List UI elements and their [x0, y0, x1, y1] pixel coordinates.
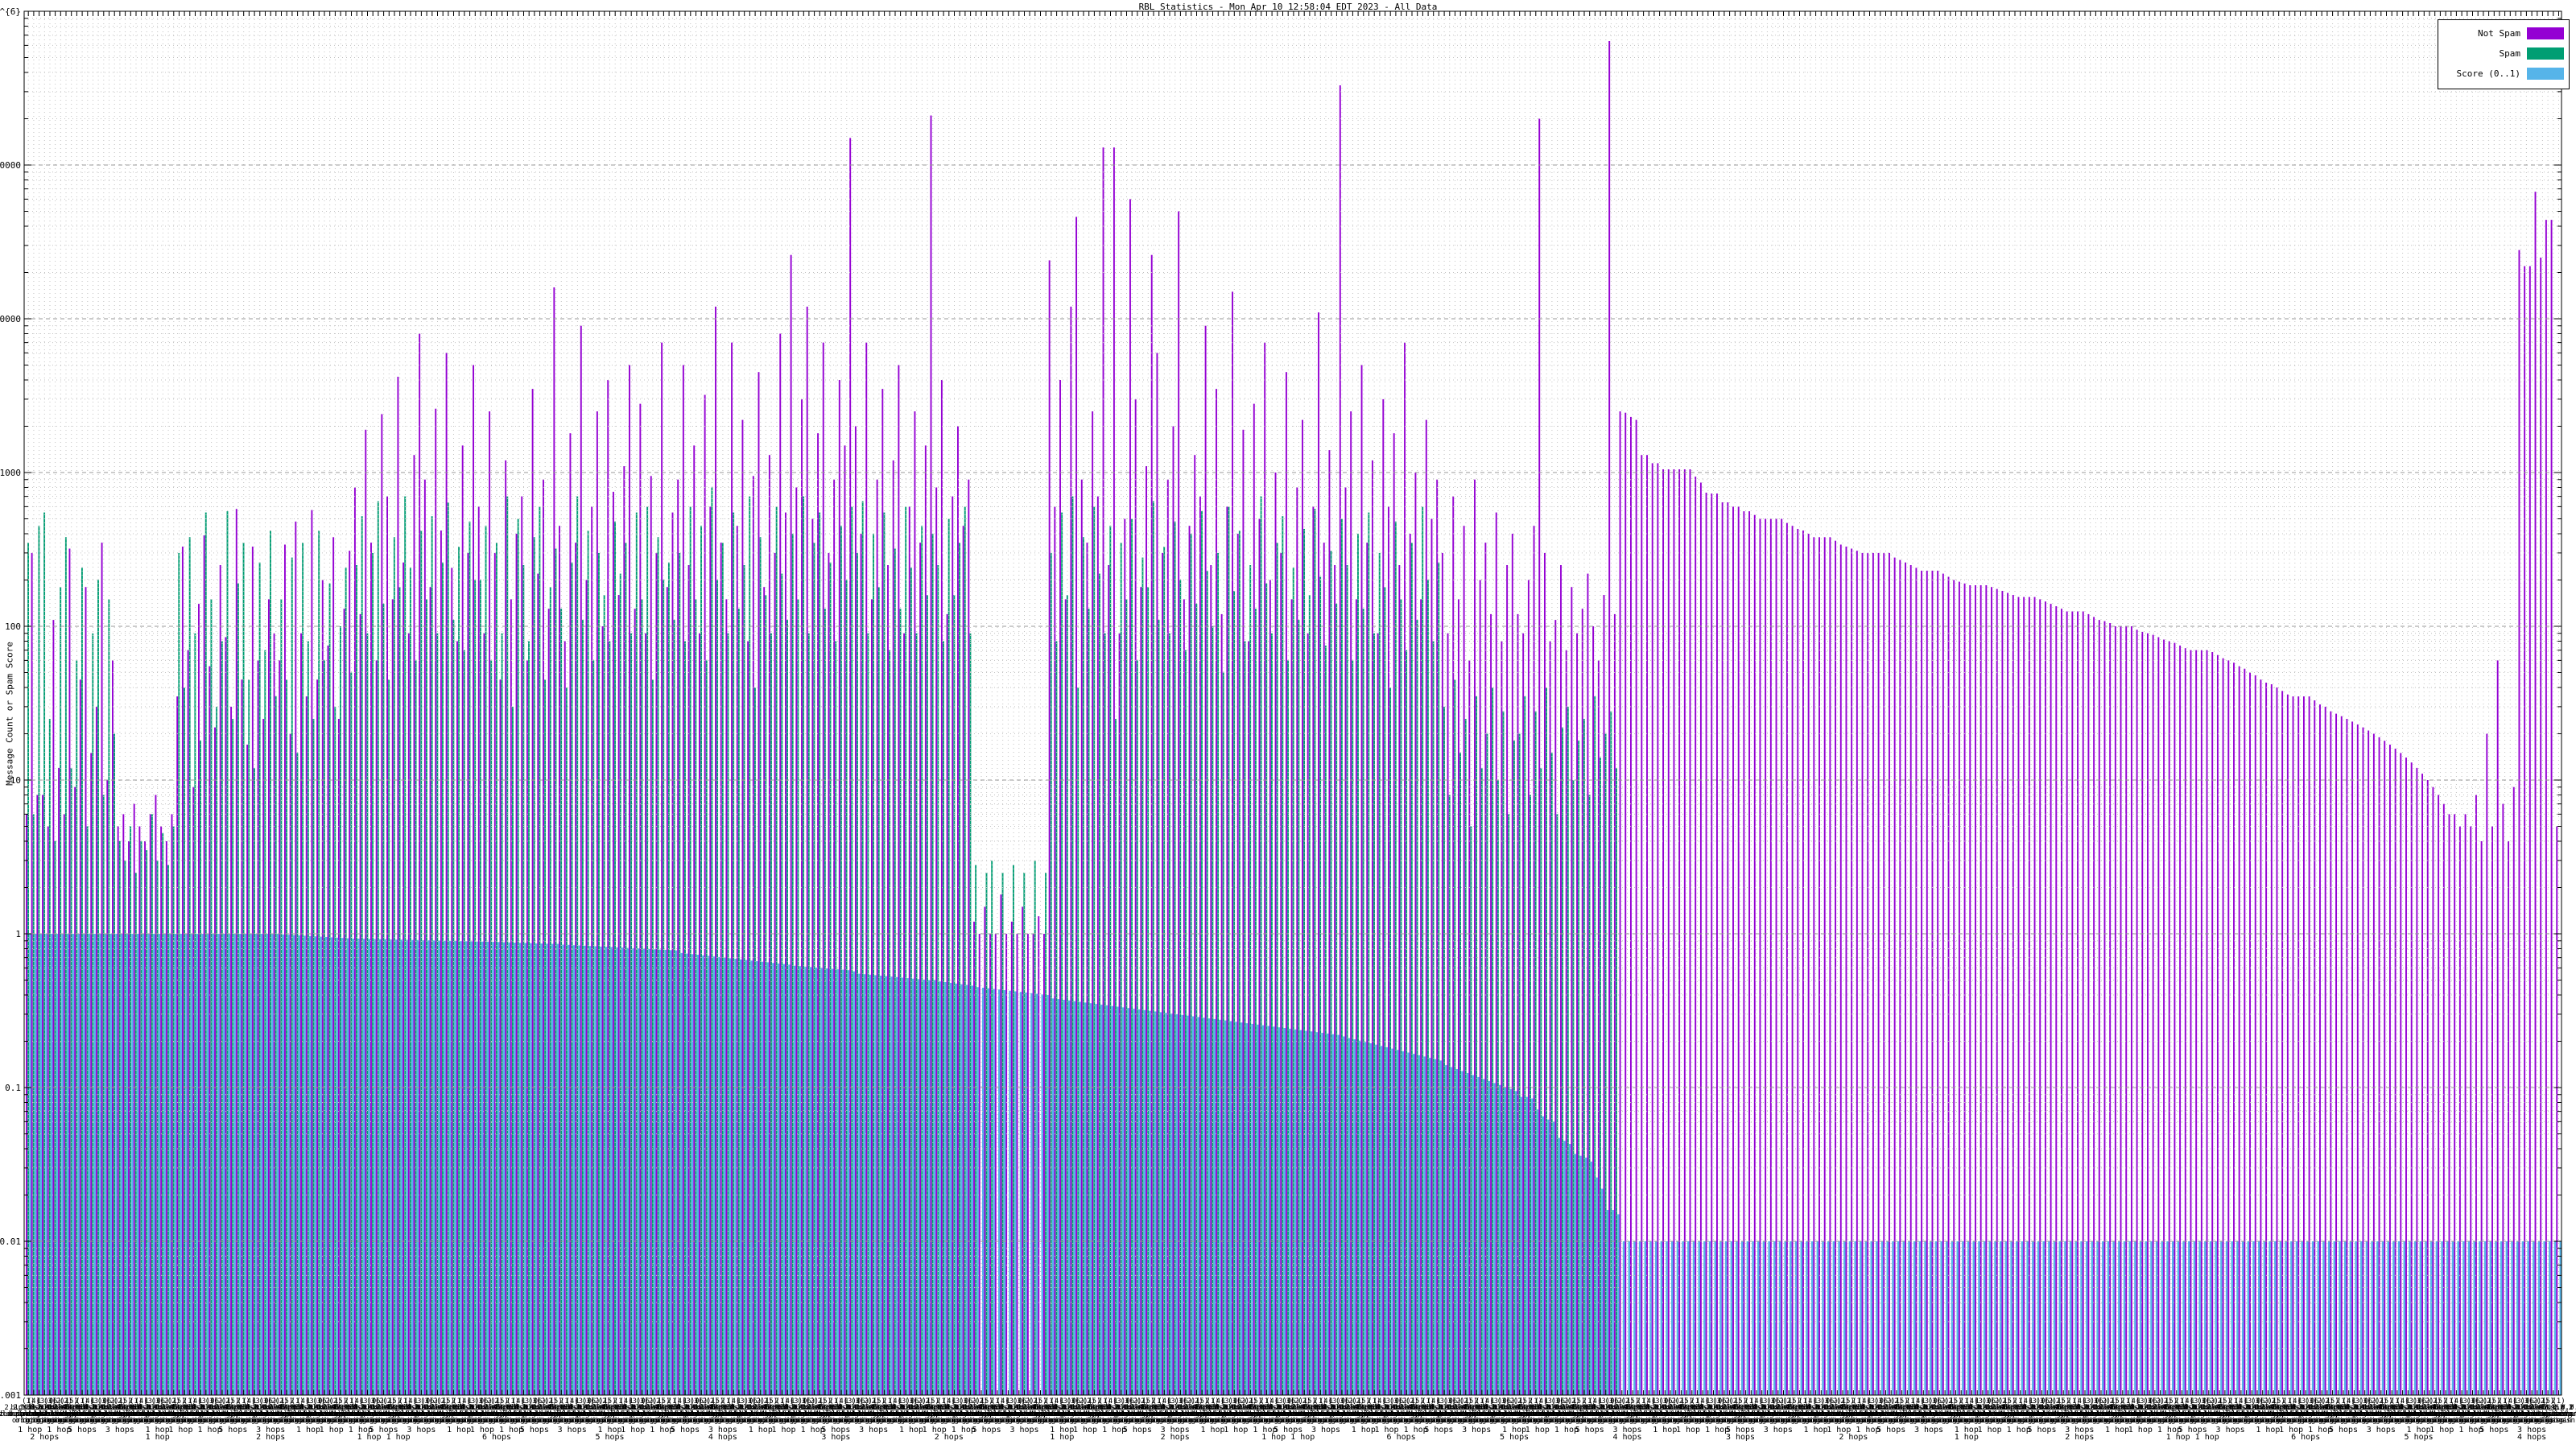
y-tick-label: 0.1: [5, 1083, 21, 1093]
y-tick-label: 10: [10, 775, 21, 786]
score-swatch: [2527, 68, 2564, 80]
legend-label-score: Score (0..1): [2457, 68, 2520, 79]
y-tick-label: 1000: [0, 468, 21, 478]
legend-box: Not Spam Spam Score (0..1): [2438, 19, 2570, 89]
legend-row-score: Score (0..1): [2442, 64, 2564, 84]
spam-swatch: [2527, 47, 2564, 60]
y-tick-label: 0.01: [0, 1236, 21, 1247]
not-spam-swatch: [2527, 27, 2564, 39]
legend-row-spam: Spam: [2442, 43, 2564, 64]
y-tick-label: 1x10^{6}: [0, 6, 21, 17]
legend-row-not-spam: Not Spam: [2442, 23, 2564, 43]
legend-label-spam: Spam: [2500, 48, 2521, 59]
y-tick-label: 100: [5, 621, 21, 632]
y-tick-label: 100000: [0, 160, 21, 171]
y-tick-label: 10000: [0, 314, 21, 324]
rbl-statistics-chart-page: RBL Statistics - Mon Apr 10 12:58:04 EDT…: [0, 0, 2576, 1449]
plot-area: 1x10^{6} 100000 10000 1000 100 10 1 0.1 0.01 0.00…: [0, 0, 2576, 1449]
y-tick-label: 1: [15, 929, 21, 939]
y-tick-label: 0.001: [0, 1390, 21, 1401]
legend-label-not-spam: Not Spam: [2478, 28, 2520, 39]
